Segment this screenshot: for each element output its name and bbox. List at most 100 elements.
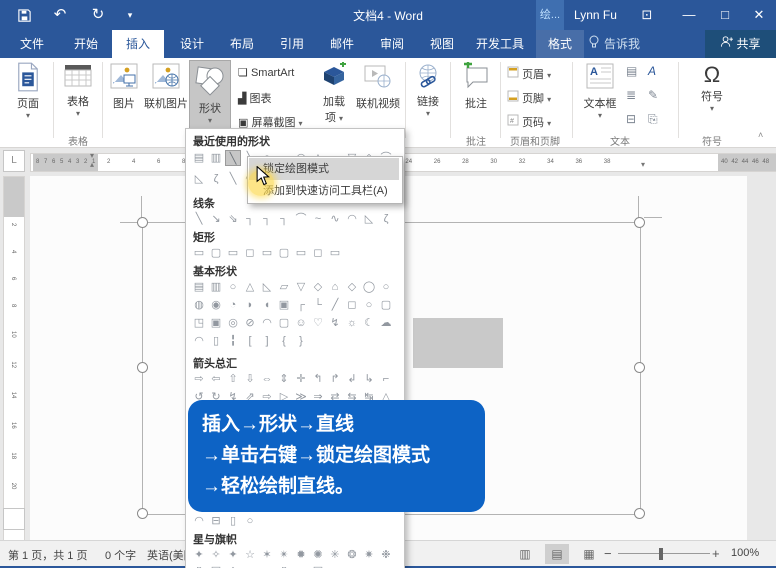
shape-icon[interactable]: ♡ <box>310 315 326 331</box>
close-icon[interactable]: ✕ <box>742 0 776 30</box>
tab-review[interactable]: 审阅 <box>368 30 416 58</box>
read-mode-icon[interactable]: ▥ <box>513 544 537 564</box>
shape-icon[interactable]: ▣ <box>276 297 292 313</box>
shape-icon[interactable]: ○ <box>378 279 394 295</box>
resize-handle-top-left[interactable] <box>137 217 148 228</box>
shape-icon[interactable]: ▥ <box>208 279 224 295</box>
dropcap-icon[interactable]: ≣ <box>626 88 648 112</box>
shape-icon[interactable]: ◠ <box>191 333 207 349</box>
shape-icon[interactable]: ▱ <box>276 279 292 295</box>
tab-developer[interactable]: 开发工具 <box>468 30 532 58</box>
signature-line-icon[interactable]: ✎ <box>648 88 670 112</box>
shape-icon[interactable]: ☁ <box>378 315 394 331</box>
shape-icon[interactable]: ⊘ <box>242 315 258 331</box>
gray-rectangle-shape[interactable] <box>413 318 503 368</box>
shape-icon[interactable]: ✧ <box>208 547 224 563</box>
shape-icon[interactable]: ◇ <box>310 279 326 295</box>
shape-icon[interactable]: ◺ <box>259 279 275 295</box>
shape-icon[interactable]: ✳ <box>327 547 343 563</box>
shape-icon[interactable]: ◖ <box>259 297 275 313</box>
page-info[interactable]: 第 1 页，共 1 页 <box>8 547 87 563</box>
shape-icon[interactable]: ⌒ <box>293 211 309 227</box>
shape-icon[interactable]: ☆ <box>242 547 258 563</box>
addins-button[interactable]: 加载 项 ▾ <box>316 61 352 125</box>
shape-icon[interactable]: ┌ <box>293 297 309 313</box>
resize-handle-bottom-left[interactable] <box>137 508 148 519</box>
maximize-icon[interactable]: □ <box>708 0 742 30</box>
right-indent-marker[interactable]: ▾ <box>641 160 645 169</box>
shape-icon[interactable]: ┐ <box>259 211 275 227</box>
zoom-slider-track[interactable] <box>618 553 710 554</box>
symbol-button[interactable]: Ω 符号 ▾ <box>692 62 732 113</box>
shape-icon[interactable]: ⌐ <box>378 371 394 387</box>
footer-button[interactable]: 页脚 ▾ <box>507 90 551 106</box>
shape-icon[interactable]: ○ <box>242 513 258 529</box>
shape-icon[interactable]: ▤ <box>310 563 326 568</box>
shape-icon[interactable]: ↰ <box>310 371 326 387</box>
shape-icon[interactable]: ◺ <box>361 211 377 227</box>
shape-icon[interactable]: ✦ <box>225 547 241 563</box>
shape-icon[interactable]: ┐ <box>276 211 292 227</box>
online-video-button[interactable]: 联机视频 <box>354 62 402 111</box>
pages-button[interactable]: 页面 ▾ <box>6 62 50 120</box>
table-button[interactable]: 表格 ▾ <box>57 62 99 118</box>
shape-icon[interactable]: ◳ <box>191 315 207 331</box>
shape-icon[interactable]: ▭ <box>225 245 241 261</box>
shape-icon[interactable]: ▯ <box>225 513 241 529</box>
web-layout-icon[interactable]: ▦ <box>577 544 601 564</box>
shape-icon[interactable]: ▭ <box>327 245 343 261</box>
shape-icon[interactable]: ✦ <box>191 547 207 563</box>
shape-icon[interactable]: ✴ <box>276 547 292 563</box>
vertical-ruler[interactable]: 2 4 6 8 10 12 14 16 18 20 <box>3 176 25 542</box>
shape-icon[interactable]: ▭ <box>293 563 309 568</box>
online-pictures-button[interactable]: 联机图片 <box>144 62 188 111</box>
shape-icon[interactable]: ◠ <box>344 211 360 227</box>
shape-icon[interactable]: ▢ <box>378 297 394 313</box>
shape-icon[interactable]: └ <box>310 297 326 313</box>
shape-icon[interactable]: ζ <box>378 211 394 227</box>
page-number-button[interactable]: # 页码 ▾ <box>507 114 551 130</box>
tab-format[interactable]: 格式 <box>536 30 584 58</box>
tab-view[interactable]: 视图 <box>418 30 466 58</box>
shape-icon[interactable]: ☼ <box>344 315 360 331</box>
collapse-ribbon-icon[interactable]: ˄ <box>758 130 763 140</box>
shape-icon[interactable]: ⇘ <box>225 211 241 227</box>
shape-icon[interactable]: ✶ <box>259 547 275 563</box>
shape-icon[interactable]: ▢ <box>208 245 224 261</box>
shape-icon[interactable]: ⌂ <box>327 279 343 295</box>
shape-icon[interactable]: ◗ <box>242 297 258 313</box>
shape-icon[interactable]: ▽ <box>293 279 309 295</box>
shape-icon[interactable]: ▯ <box>191 563 207 568</box>
shape-icon[interactable]: ζ <box>208 171 224 187</box>
tell-me[interactable]: 告诉我 <box>588 30 640 58</box>
shape-icon[interactable]: ▱ <box>242 563 258 568</box>
zoom-in-icon[interactable]: + <box>712 546 720 561</box>
shape-icon[interactable]: ╱ <box>327 297 343 313</box>
resize-handle-top-right[interactable] <box>634 217 645 228</box>
tab-layout[interactable]: 布局 <box>218 30 266 58</box>
shape-icon[interactable]: ◇ <box>225 563 241 568</box>
shape-icon[interactable]: ◠ <box>259 315 275 331</box>
shape-icon[interactable]: ▯ <box>276 563 292 568</box>
shape-icon[interactable]: ○ <box>225 279 241 295</box>
shape-icon[interactable]: ◯ <box>361 279 377 295</box>
shape-icon[interactable]: ~ <box>310 211 326 227</box>
comment-button[interactable]: 批注 <box>455 60 497 111</box>
shape-icon[interactable]: ▥ <box>208 150 224 166</box>
shape-icon[interactable]: ↳ <box>361 371 377 387</box>
shape-icon[interactable]: [ <box>242 333 258 349</box>
user-name[interactable]: Lynn Fu <box>574 8 617 22</box>
shape-icon[interactable]: ❉ <box>378 547 394 563</box>
tab-insert[interactable]: 插入 <box>112 30 164 58</box>
resize-handle-bottom-right[interactable] <box>634 508 645 519</box>
shape-icon[interactable]: ◇ <box>344 279 360 295</box>
shape-icon[interactable]: △ <box>242 279 258 295</box>
shape-icon[interactable]: ▭ <box>191 245 207 261</box>
shape-icon[interactable]: ◍ <box>191 297 207 313</box>
shape-icon[interactable]: ∿ <box>327 211 343 227</box>
shape-icon[interactable]: ⇩ <box>242 371 258 387</box>
resize-handle-right[interactable] <box>634 362 645 373</box>
shape-icon[interactable]: ○ <box>361 297 377 313</box>
shape-icon[interactable]: ▭ <box>259 563 275 568</box>
shape-icon[interactable]: ◻ <box>344 297 360 313</box>
